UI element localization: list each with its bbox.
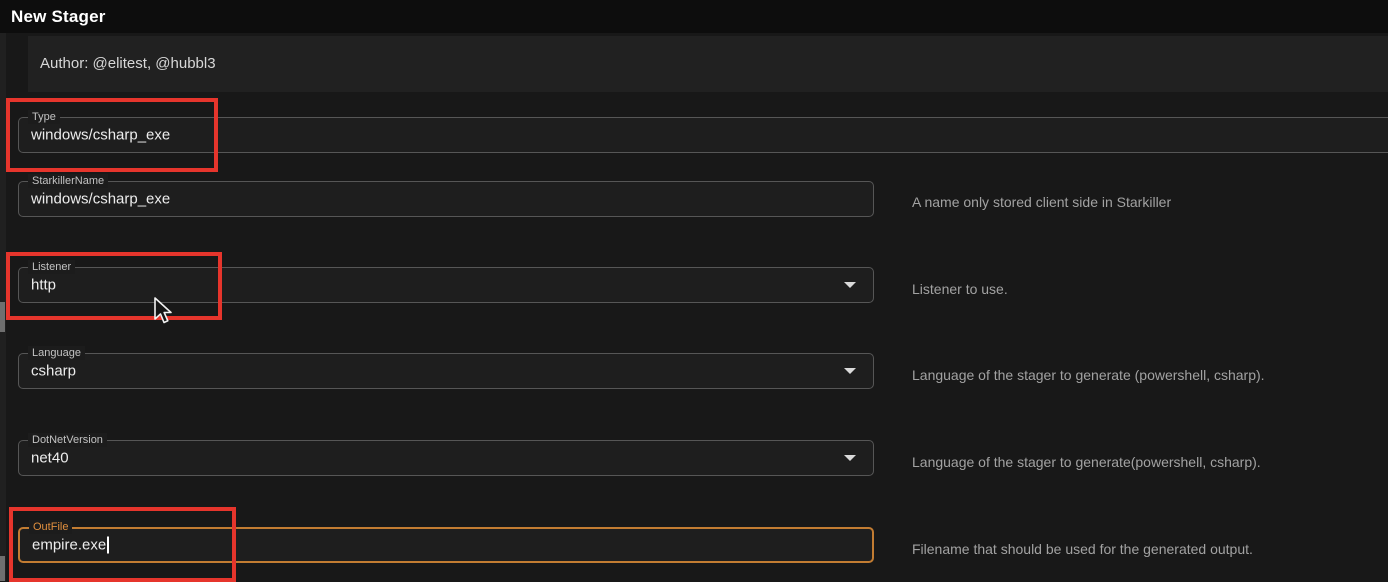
field-type-label: Type [28, 110, 60, 124]
field-language-label: Language [28, 346, 85, 360]
field-starkillername-value: windows/csharp_exe [31, 191, 170, 208]
field-listener-value: http [31, 277, 56, 294]
author-panel: Author: @elitest, @hubbl3 [28, 36, 1388, 92]
field-outfile[interactable]: OutFile empire.exe [18, 527, 874, 563]
field-outfile-value: empire.exe [32, 537, 109, 554]
field-language-value: csharp [31, 363, 76, 380]
field-outfile-text: empire.exe [32, 537, 106, 554]
field-outfile-description: Filename that should be used for the gen… [912, 541, 1253, 557]
field-listener-description: Listener to use. [912, 281, 1008, 297]
field-starkillername[interactable]: StarkillerName windows/csharp_exe [18, 181, 874, 217]
field-dotnetversion-label: DotNetVersion [28, 433, 107, 447]
field-type[interactable]: Type windows/csharp_exe [18, 117, 1388, 153]
field-starkillername-description: A name only stored client side in Starki… [912, 194, 1171, 210]
field-dotnetversion-value: net40 [31, 450, 69, 467]
page-title: New Stager [11, 7, 106, 27]
field-listener[interactable]: Listener http [18, 267, 874, 303]
text-caret [107, 537, 109, 554]
scrollbar-fragment[interactable] [0, 556, 5, 581]
field-language[interactable]: Language csharp [18, 353, 874, 389]
field-dotnetversion[interactable]: DotNetVersion net40 [18, 440, 874, 476]
dropdown-arrow-icon[interactable] [844, 455, 856, 461]
field-dotnetversion-description: Language of the stager to generate(power… [912, 454, 1261, 470]
dropdown-arrow-icon[interactable] [844, 282, 856, 288]
field-language-description: Language of the stager to generate (powe… [912, 367, 1265, 383]
author-text: Author: @elitest, @hubbl3 [40, 55, 216, 72]
dropdown-arrow-icon[interactable] [844, 368, 856, 374]
scrollbar-fragment[interactable] [0, 302, 5, 332]
field-starkillername-label: StarkillerName [28, 174, 108, 188]
field-type-value: windows/csharp_exe [31, 127, 170, 144]
mouse-cursor-icon [153, 297, 175, 327]
field-listener-label: Listener [28, 260, 75, 274]
field-outfile-label: OutFile [29, 520, 72, 534]
top-bar: New Stager [0, 0, 1388, 33]
